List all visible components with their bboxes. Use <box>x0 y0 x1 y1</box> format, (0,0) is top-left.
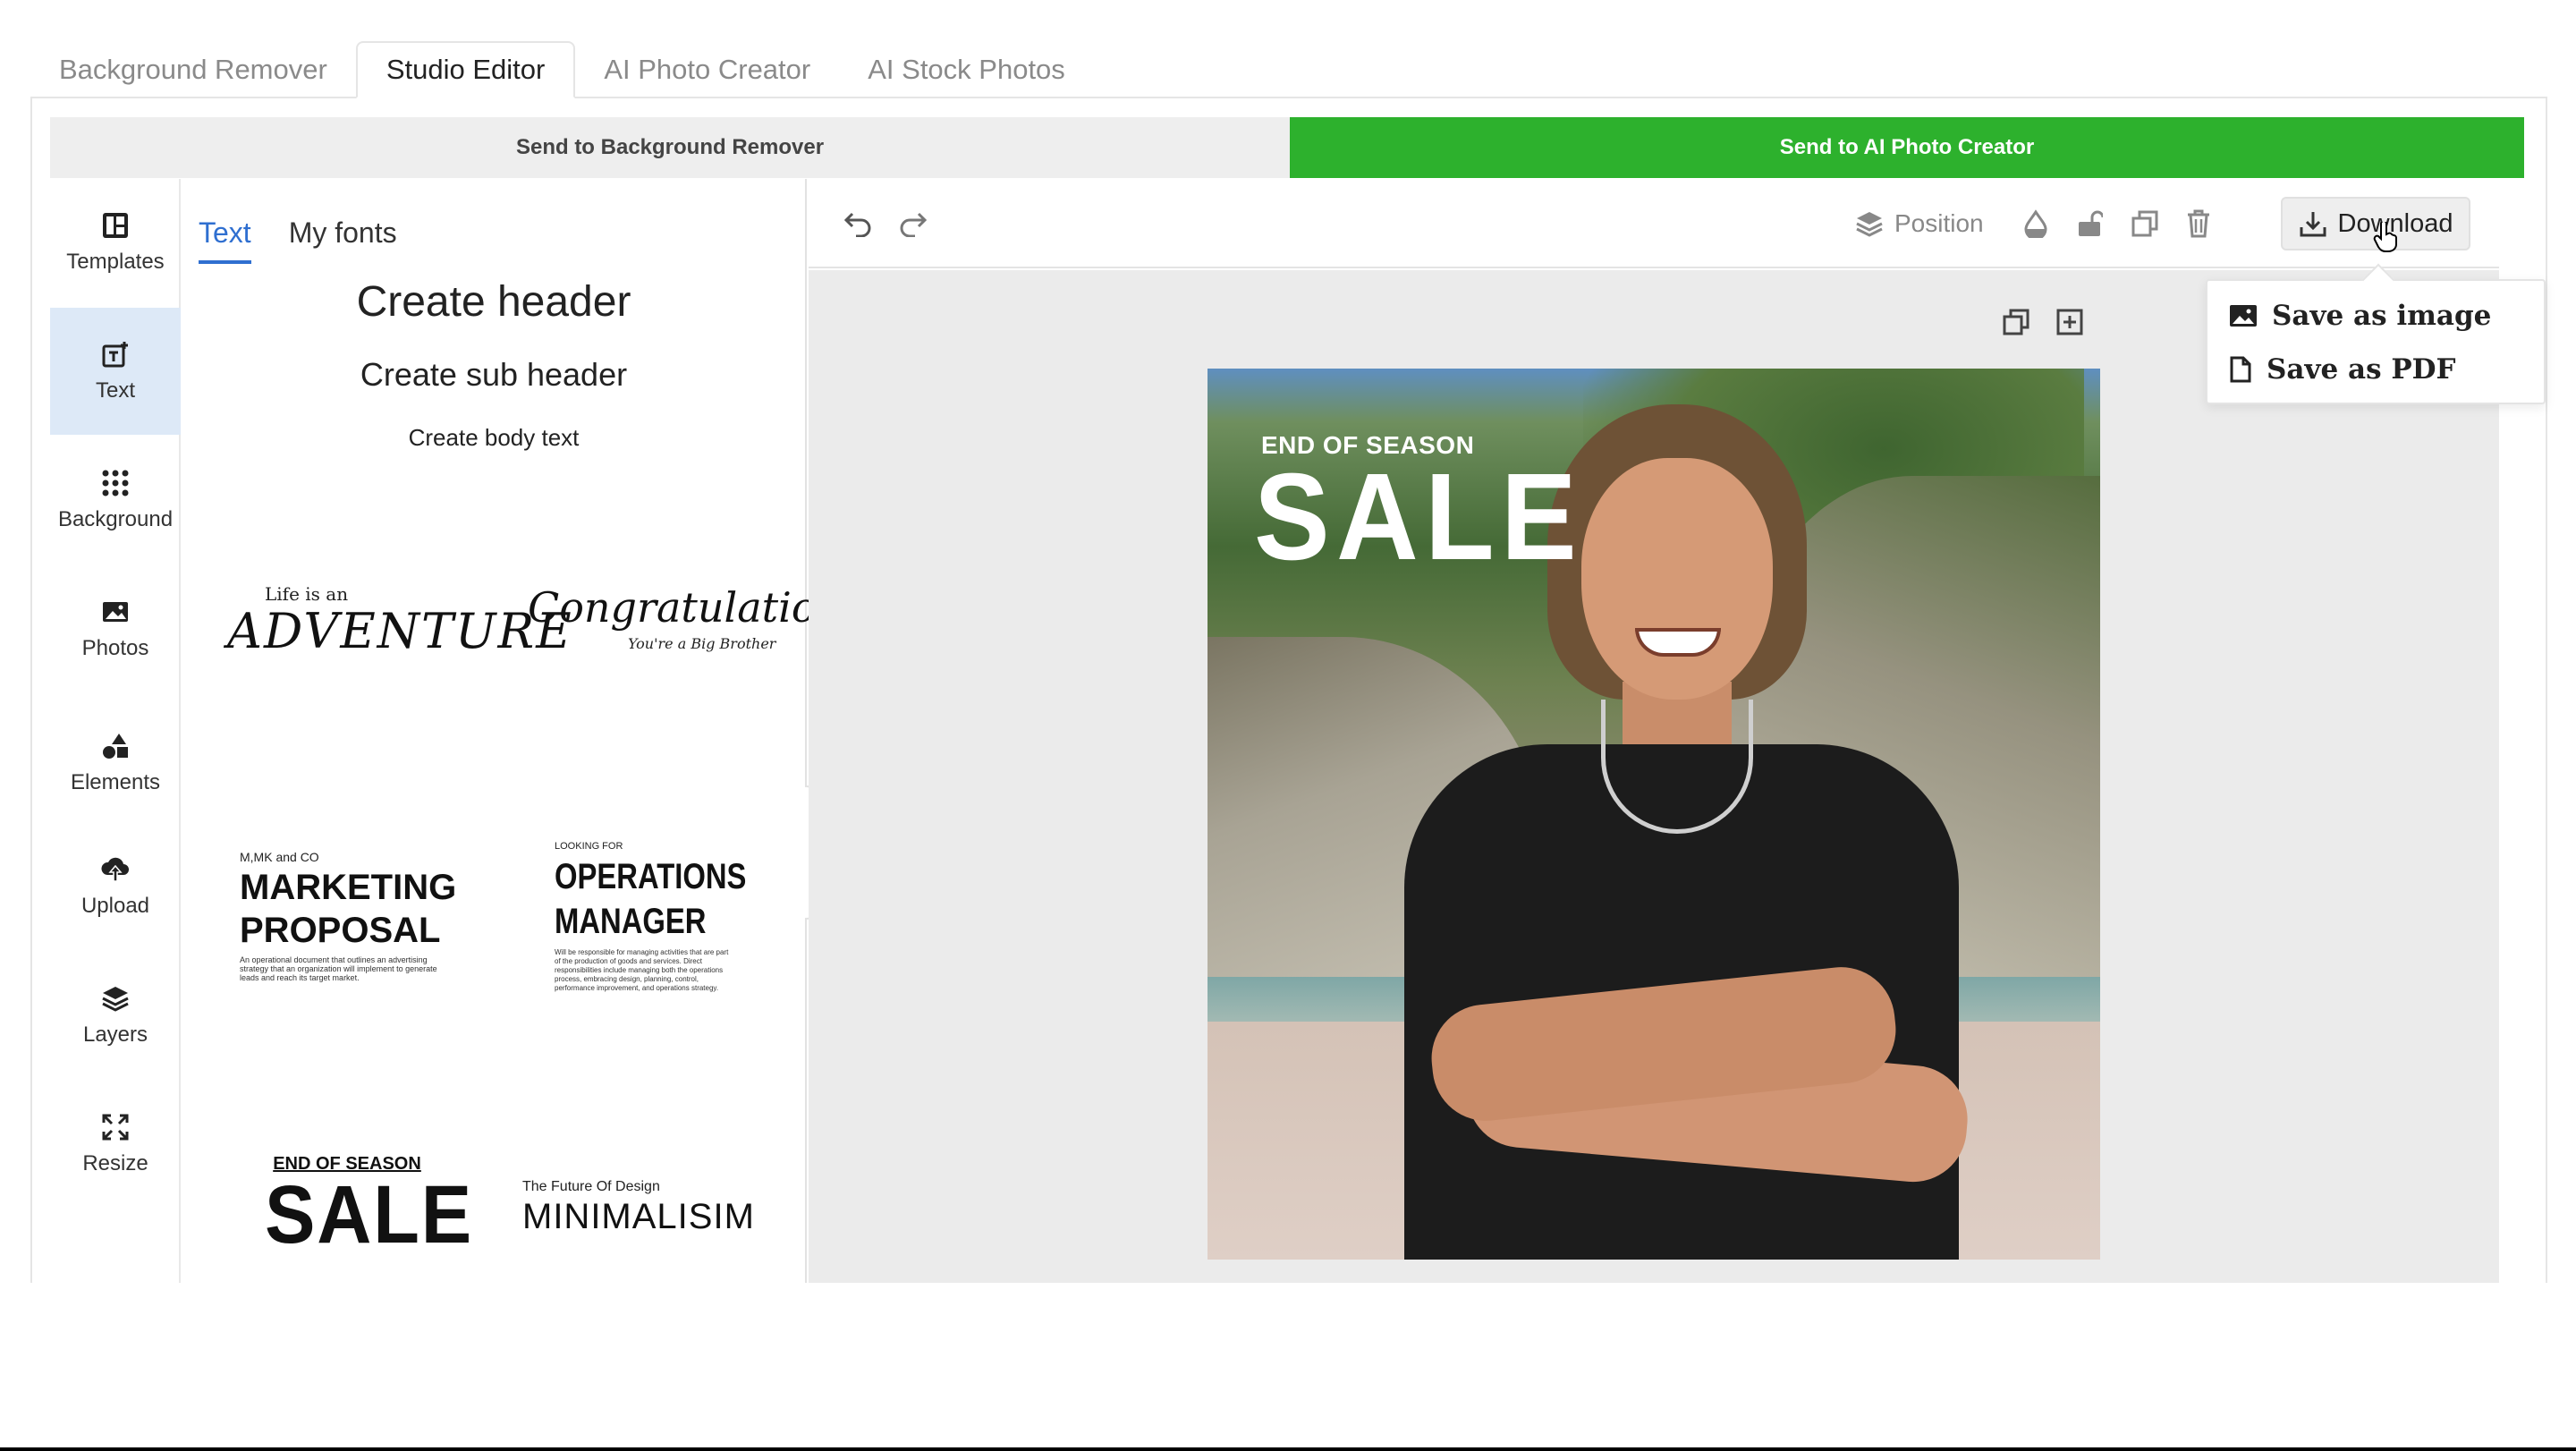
template-congratulations[interactable]: Congratulations! You're a Big Brother <box>528 583 880 682</box>
template-text: OPERATIONS <box>555 857 747 896</box>
lock-button[interactable] <box>2072 206 2107 242</box>
template-text: LOOKING FOR <box>555 841 623 852</box>
undo-button[interactable] <box>841 206 877 242</box>
rail-label: Resize <box>82 1151 148 1175</box>
duplicate-icon <box>2003 309 2029 335</box>
tab-background-remover[interactable]: Background Remover <box>30 41 356 98</box>
menu-item-label: Save as PDF <box>2267 353 2456 386</box>
opacity-drop-icon <box>2024 209 2047 238</box>
shapes-icon <box>100 731 131 761</box>
template-operations-manager[interactable]: LOOKING FOR OPERATIONS MANAGER Will be r… <box>555 841 751 1002</box>
template-text: You're a Big Brother <box>628 635 776 652</box>
unlock-icon <box>2079 210 2103 236</box>
rail-item-upload[interactable]: Upload <box>50 823 181 950</box>
template-text: M,MK and CO <box>240 850 319 864</box>
tab-ai-photo-creator[interactable]: AI Photo Creator <box>575 41 839 98</box>
send-to-ai-photo-creator-button[interactable]: Send to AI Photo Creator <box>1290 117 2524 178</box>
delete-button[interactable] <box>2181 206 2216 242</box>
redo-button[interactable] <box>894 206 930 242</box>
create-header-button[interactable]: Create header <box>181 277 807 327</box>
duplicate-button[interactable] <box>2127 206 2163 242</box>
plus-square-icon <box>2056 309 2083 335</box>
rail-item-templates[interactable]: Templates <box>50 179 181 306</box>
trash-icon <box>2188 209 2209 238</box>
template-text: SALE <box>265 1169 474 1260</box>
save-as-pdf-item[interactable]: Save as PDF <box>2229 347 2456 392</box>
duplicate-page-button[interactable] <box>1998 304 2034 340</box>
rail-item-layers[interactable]: Layers <box>50 952 181 1079</box>
template-text: MANAGER <box>555 902 707 941</box>
rail-item-elements[interactable]: Elements <box>50 700 181 827</box>
template-text: An operational document that outlines an… <box>240 955 437 982</box>
rail-label: Upload <box>80 894 150 918</box>
document-icon <box>2230 356 2251 383</box>
template-text: The Future Of Design <box>522 1179 660 1194</box>
template-text: Life is an <box>265 583 349 605</box>
redo-icon <box>900 212 928 237</box>
download-icon <box>2300 212 2326 237</box>
image-icon <box>100 597 131 627</box>
undo-icon <box>843 212 871 237</box>
canvas-text-sale[interactable]: SALE <box>1254 454 1583 580</box>
template-end-of-season-sale[interactable]: END OF SEASON SALE <box>258 1154 474 1261</box>
app-window: Background Remover Studio Editor AI Phot… <box>0 0 2576 1451</box>
templates-icon <box>100 210 131 241</box>
add-page-button[interactable] <box>2052 304 2088 340</box>
photo-person-face <box>1581 458 1773 700</box>
position-button[interactable]: Position <box>1855 206 1984 242</box>
tab-text[interactable]: Text <box>199 216 251 264</box>
save-as-image-item[interactable]: Save as image <box>2229 293 2491 338</box>
image-icon <box>2230 305 2257 327</box>
download-menu: Save as image Save as PDF <box>2206 279 2546 404</box>
rail-label: Photos <box>81 636 149 660</box>
send-to-background-remover-button[interactable]: Send to Background Remover <box>50 117 1290 178</box>
create-body-text-button[interactable]: Create body text <box>181 424 807 452</box>
text-icon <box>100 339 131 369</box>
layers-icon <box>1856 212 1883 237</box>
design-canvas[interactable]: END OF SEASON SALE <box>1208 369 2100 1260</box>
left-rail: Templates Text Background Photos Element… <box>50 179 181 1283</box>
template-text: PROPOSAL <box>240 911 441 950</box>
rail-item-background[interactable]: Background <box>50 437 181 564</box>
tab-my-fonts[interactable]: My fonts <box>289 216 397 264</box>
template-text: Will be responsible for managing activit… <box>555 948 729 992</box>
tab-studio-editor[interactable]: Studio Editor <box>355 41 576 98</box>
layers-icon <box>100 983 131 1014</box>
template-minimalism[interactable]: The Future Of Design MINIMALISIM <box>522 1179 755 1251</box>
rail-item-text[interactable]: Text <box>50 308 181 435</box>
template-text: MARKETING <box>240 868 457 907</box>
rail-item-photos[interactable]: Photos <box>50 565 181 692</box>
template-adventure[interactable]: Life is an ADVENTURE <box>227 583 572 682</box>
editor-toolbar: Position Download <box>809 179 2499 268</box>
text-panel: Text My fonts <box>181 179 807 1283</box>
rail-label: Templates <box>66 250 165 274</box>
rail-item-resize[interactable]: Resize <box>50 1081 181 1208</box>
template-marketing-proposal[interactable]: M,MK and CO MARKETING PROPOSAL An operat… <box>240 850 472 993</box>
hand-cursor-icon <box>2373 222 2397 252</box>
rail-label: Layers <box>82 1022 148 1047</box>
panel-tabs: Text My fonts <box>199 216 397 264</box>
rail-label: Text <box>95 378 135 403</box>
resize-arrows-icon <box>100 1112 131 1142</box>
duplicate-icon <box>2131 210 2158 237</box>
rail-label: Background <box>57 507 174 531</box>
create-sub-header-button[interactable]: Create sub header <box>181 356 807 394</box>
menu-item-label: Save as image <box>2272 300 2492 332</box>
rail-label: Elements <box>70 770 161 794</box>
template-text: ADVENTURE <box>227 603 573 659</box>
tab-ai-stock-photos[interactable]: AI Stock Photos <box>839 41 1094 98</box>
bottom-divider <box>0 1447 2576 1451</box>
upload-cloud-icon <box>100 854 131 885</box>
position-label: Position <box>1894 209 1984 237</box>
grid-dots-icon <box>100 468 131 498</box>
template-text: MINIMALISIM <box>522 1197 755 1236</box>
transparency-button[interactable] <box>2018 206 2054 242</box>
top-tabs: Background Remover Studio Editor AI Phot… <box>30 41 1094 98</box>
